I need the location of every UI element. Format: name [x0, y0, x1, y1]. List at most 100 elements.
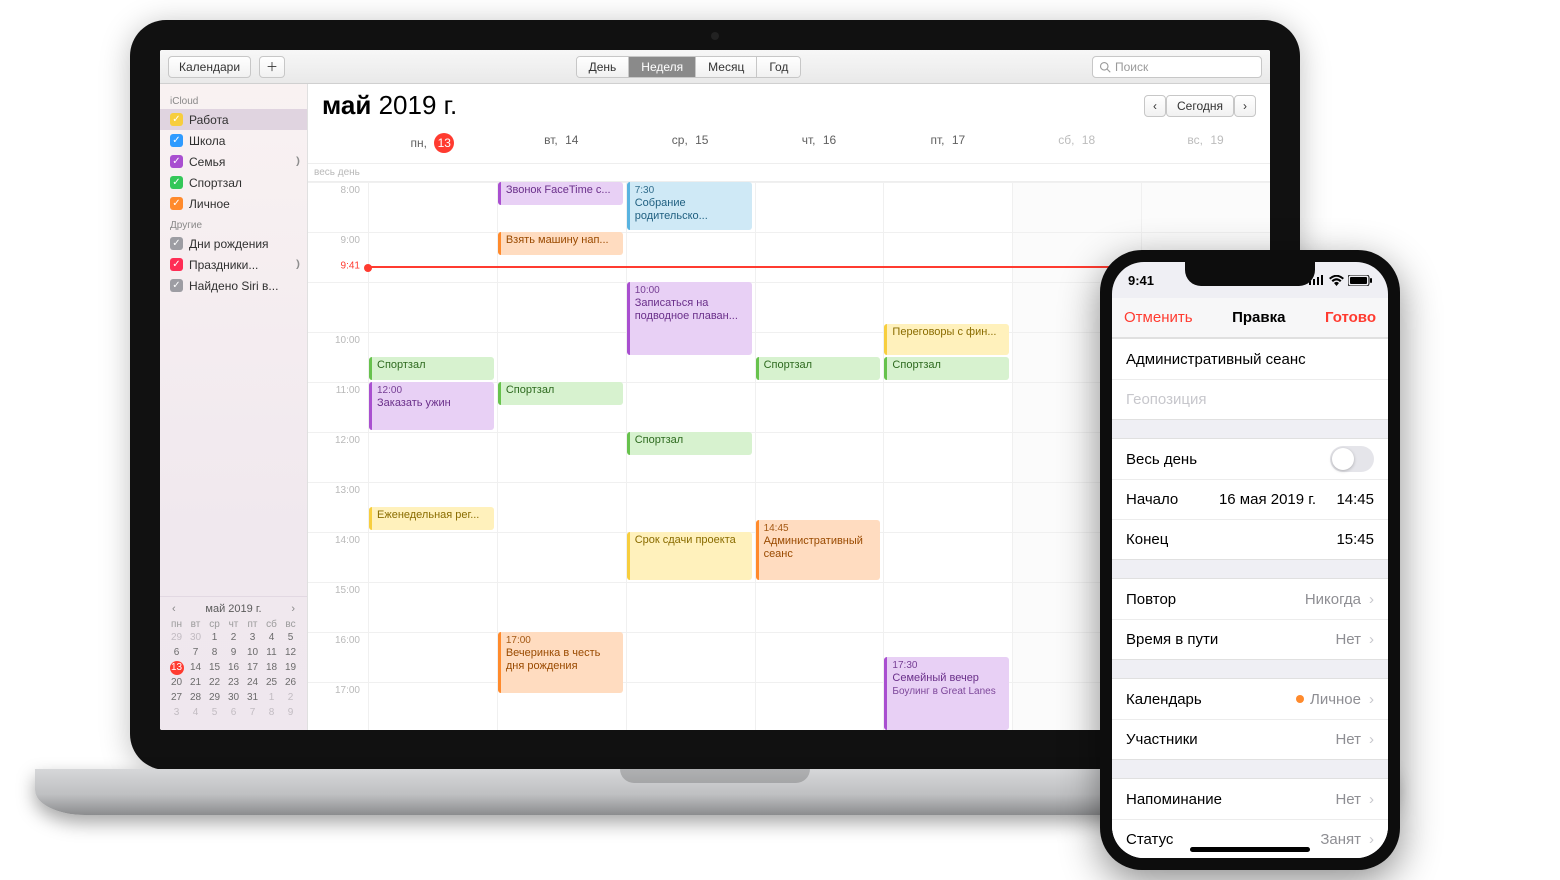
day-header[interactable]: пт, 17 — [883, 123, 1012, 163]
home-indicator[interactable] — [1190, 847, 1310, 852]
mini-day[interactable]: 12 — [282, 646, 299, 660]
calendar-event[interactable]: 10:00Записаться на подводное плаван... — [627, 282, 752, 355]
sidebar-calendar-item[interactable]: ✓Семья))) — [160, 151, 307, 172]
seg-month[interactable]: Месяц — [696, 57, 757, 77]
mini-day[interactable]: 16 — [225, 661, 242, 675]
mini-day[interactable]: 20 — [168, 676, 185, 690]
mini-day[interactable]: 27 — [168, 691, 185, 705]
calendar-event[interactable]: Еженедельная рег... — [369, 507, 494, 530]
calendar-checkbox[interactable]: ✓ — [170, 176, 183, 189]
grid-cell[interactable] — [755, 282, 884, 332]
event-title-field[interactable]: Административный сеанс — [1112, 339, 1388, 379]
sidebar-calendar-item[interactable]: ✓Работа — [160, 109, 307, 130]
mini-day[interactable]: 19 — [282, 661, 299, 675]
grid-cell[interactable] — [755, 432, 884, 482]
calendar-event[interactable]: Переговоры с фин... — [884, 324, 1009, 356]
mini-day[interactable]: 25 — [263, 676, 280, 690]
search-field[interactable]: Поиск — [1092, 56, 1262, 78]
today-button[interactable]: Сегодня — [1166, 95, 1234, 117]
calendars-button[interactable]: Календари — [168, 56, 251, 78]
calendar-event[interactable]: Спортзал — [498, 382, 623, 405]
grid-cell[interactable] — [883, 182, 1012, 232]
grid-cell[interactable] — [497, 582, 626, 632]
grid-cell[interactable] — [626, 682, 755, 730]
day-header[interactable]: чт, 16 — [755, 123, 884, 163]
mini-day[interactable]: 4 — [263, 631, 280, 645]
grid-cell[interactable] — [368, 582, 497, 632]
mini-day[interactable]: 8 — [263, 706, 280, 720]
calendar-event[interactable]: Срок сдачи проекта — [627, 532, 752, 580]
mini-day[interactable]: 22 — [206, 676, 223, 690]
calendar-event[interactable]: Спортзал — [369, 357, 494, 380]
invitees-row[interactable]: УчастникиНет› — [1112, 719, 1388, 759]
mini-day[interactable]: 5 — [282, 631, 299, 645]
status-row[interactable]: СтатусЗанят› — [1112, 819, 1388, 858]
calendar-event[interactable]: Звонок FaceTime с... — [498, 182, 623, 205]
mini-day[interactable]: 30 — [225, 691, 242, 705]
mini-day[interactable]: 28 — [187, 691, 204, 705]
grid-cell[interactable] — [368, 532, 497, 582]
grid-cell[interactable] — [755, 632, 884, 682]
grid-cell[interactable] — [497, 532, 626, 582]
mini-day[interactable]: 14 — [187, 661, 204, 675]
grid-cell[interactable] — [755, 182, 884, 232]
calendar-checkbox[interactable]: ✓ — [170, 134, 183, 147]
day-header[interactable]: вс, 19 — [1141, 123, 1270, 163]
cancel-button[interactable]: Отменить — [1124, 309, 1193, 326]
calendar-checkbox[interactable]: ✓ — [170, 155, 183, 168]
mini-day[interactable]: 5 — [206, 706, 223, 720]
sidebar-calendar-item[interactable]: ✓Дни рождения — [160, 233, 307, 254]
mini-day[interactable]: 1 — [263, 691, 280, 705]
grid-cell[interactable] — [368, 432, 497, 482]
mini-day[interactable]: 29 — [206, 691, 223, 705]
grid-cell[interactable] — [626, 382, 755, 432]
mini-day[interactable]: 23 — [225, 676, 242, 690]
grid-cell[interactable] — [883, 232, 1012, 282]
grid-cell[interactable] — [626, 232, 755, 282]
day-header[interactable]: вт, 14 — [497, 123, 626, 163]
next-week[interactable]: › — [1234, 95, 1256, 117]
mini-day[interactable]: 21 — [187, 676, 204, 690]
end-row[interactable]: Конец15:45 — [1112, 519, 1388, 559]
grid-cell[interactable] — [368, 182, 497, 232]
grid-cell[interactable] — [368, 232, 497, 282]
mini-day[interactable]: 26 — [282, 676, 299, 690]
travel-row[interactable]: Время в путиНет› — [1112, 619, 1388, 659]
repeat-row[interactable]: ПовторНикогда› — [1112, 579, 1388, 619]
calendar-event[interactable]: 17:30Семейный вечерБоулинг в Great Lanes — [884, 657, 1009, 730]
mini-day[interactable]: 17 — [244, 661, 261, 675]
done-button[interactable]: Готово — [1325, 309, 1376, 326]
grid-cell[interactable] — [755, 582, 884, 632]
grid-cell[interactable] — [755, 382, 884, 432]
grid-cell[interactable] — [883, 432, 1012, 482]
calendar-event[interactable]: Спортзал — [756, 357, 881, 380]
allday-switch[interactable] — [1330, 446, 1374, 472]
calendar-event[interactable]: 17:00Вечеринка в честь дня рождения — [498, 632, 623, 693]
mini-day[interactable]: 9 — [225, 646, 242, 660]
grid-cell[interactable] — [368, 632, 497, 682]
mini-day[interactable]: 2 — [282, 691, 299, 705]
mini-day[interactable]: 31 — [244, 691, 261, 705]
calendar-event[interactable]: Спортзал — [884, 357, 1009, 380]
grid-cell[interactable] — [626, 582, 755, 632]
calendar-event[interactable]: 12:00Заказать ужин — [369, 382, 494, 430]
mini-day[interactable]: 24 — [244, 676, 261, 690]
calendar-event[interactable]: 7:30Собрание родительско... — [627, 182, 752, 230]
mini-day[interactable]: 30 — [187, 631, 204, 645]
grid-cell[interactable] — [1012, 182, 1141, 232]
grid-cell[interactable] — [497, 432, 626, 482]
grid-cell[interactable] — [497, 482, 626, 532]
calendar-checkbox[interactable]: ✓ — [170, 237, 183, 250]
grid-cell[interactable] — [626, 632, 755, 682]
calendar-checkbox[interactable]: ✓ — [170, 113, 183, 126]
calendar-event[interactable]: Взять машину нап... — [498, 232, 623, 255]
grid-cell[interactable] — [883, 482, 1012, 532]
calendar-checkbox[interactable]: ✓ — [170, 258, 183, 271]
mini-day[interactable]: 6 — [168, 646, 185, 660]
mini-day[interactable]: 10 — [244, 646, 261, 660]
mini-day[interactable]: 3 — [168, 706, 185, 720]
grid-cell[interactable] — [368, 282, 497, 332]
calendar-checkbox[interactable]: ✓ — [170, 279, 183, 292]
start-row[interactable]: Начало16 мая 2019 г. 14:45 — [1112, 479, 1388, 519]
seg-day[interactable]: День — [577, 57, 630, 77]
